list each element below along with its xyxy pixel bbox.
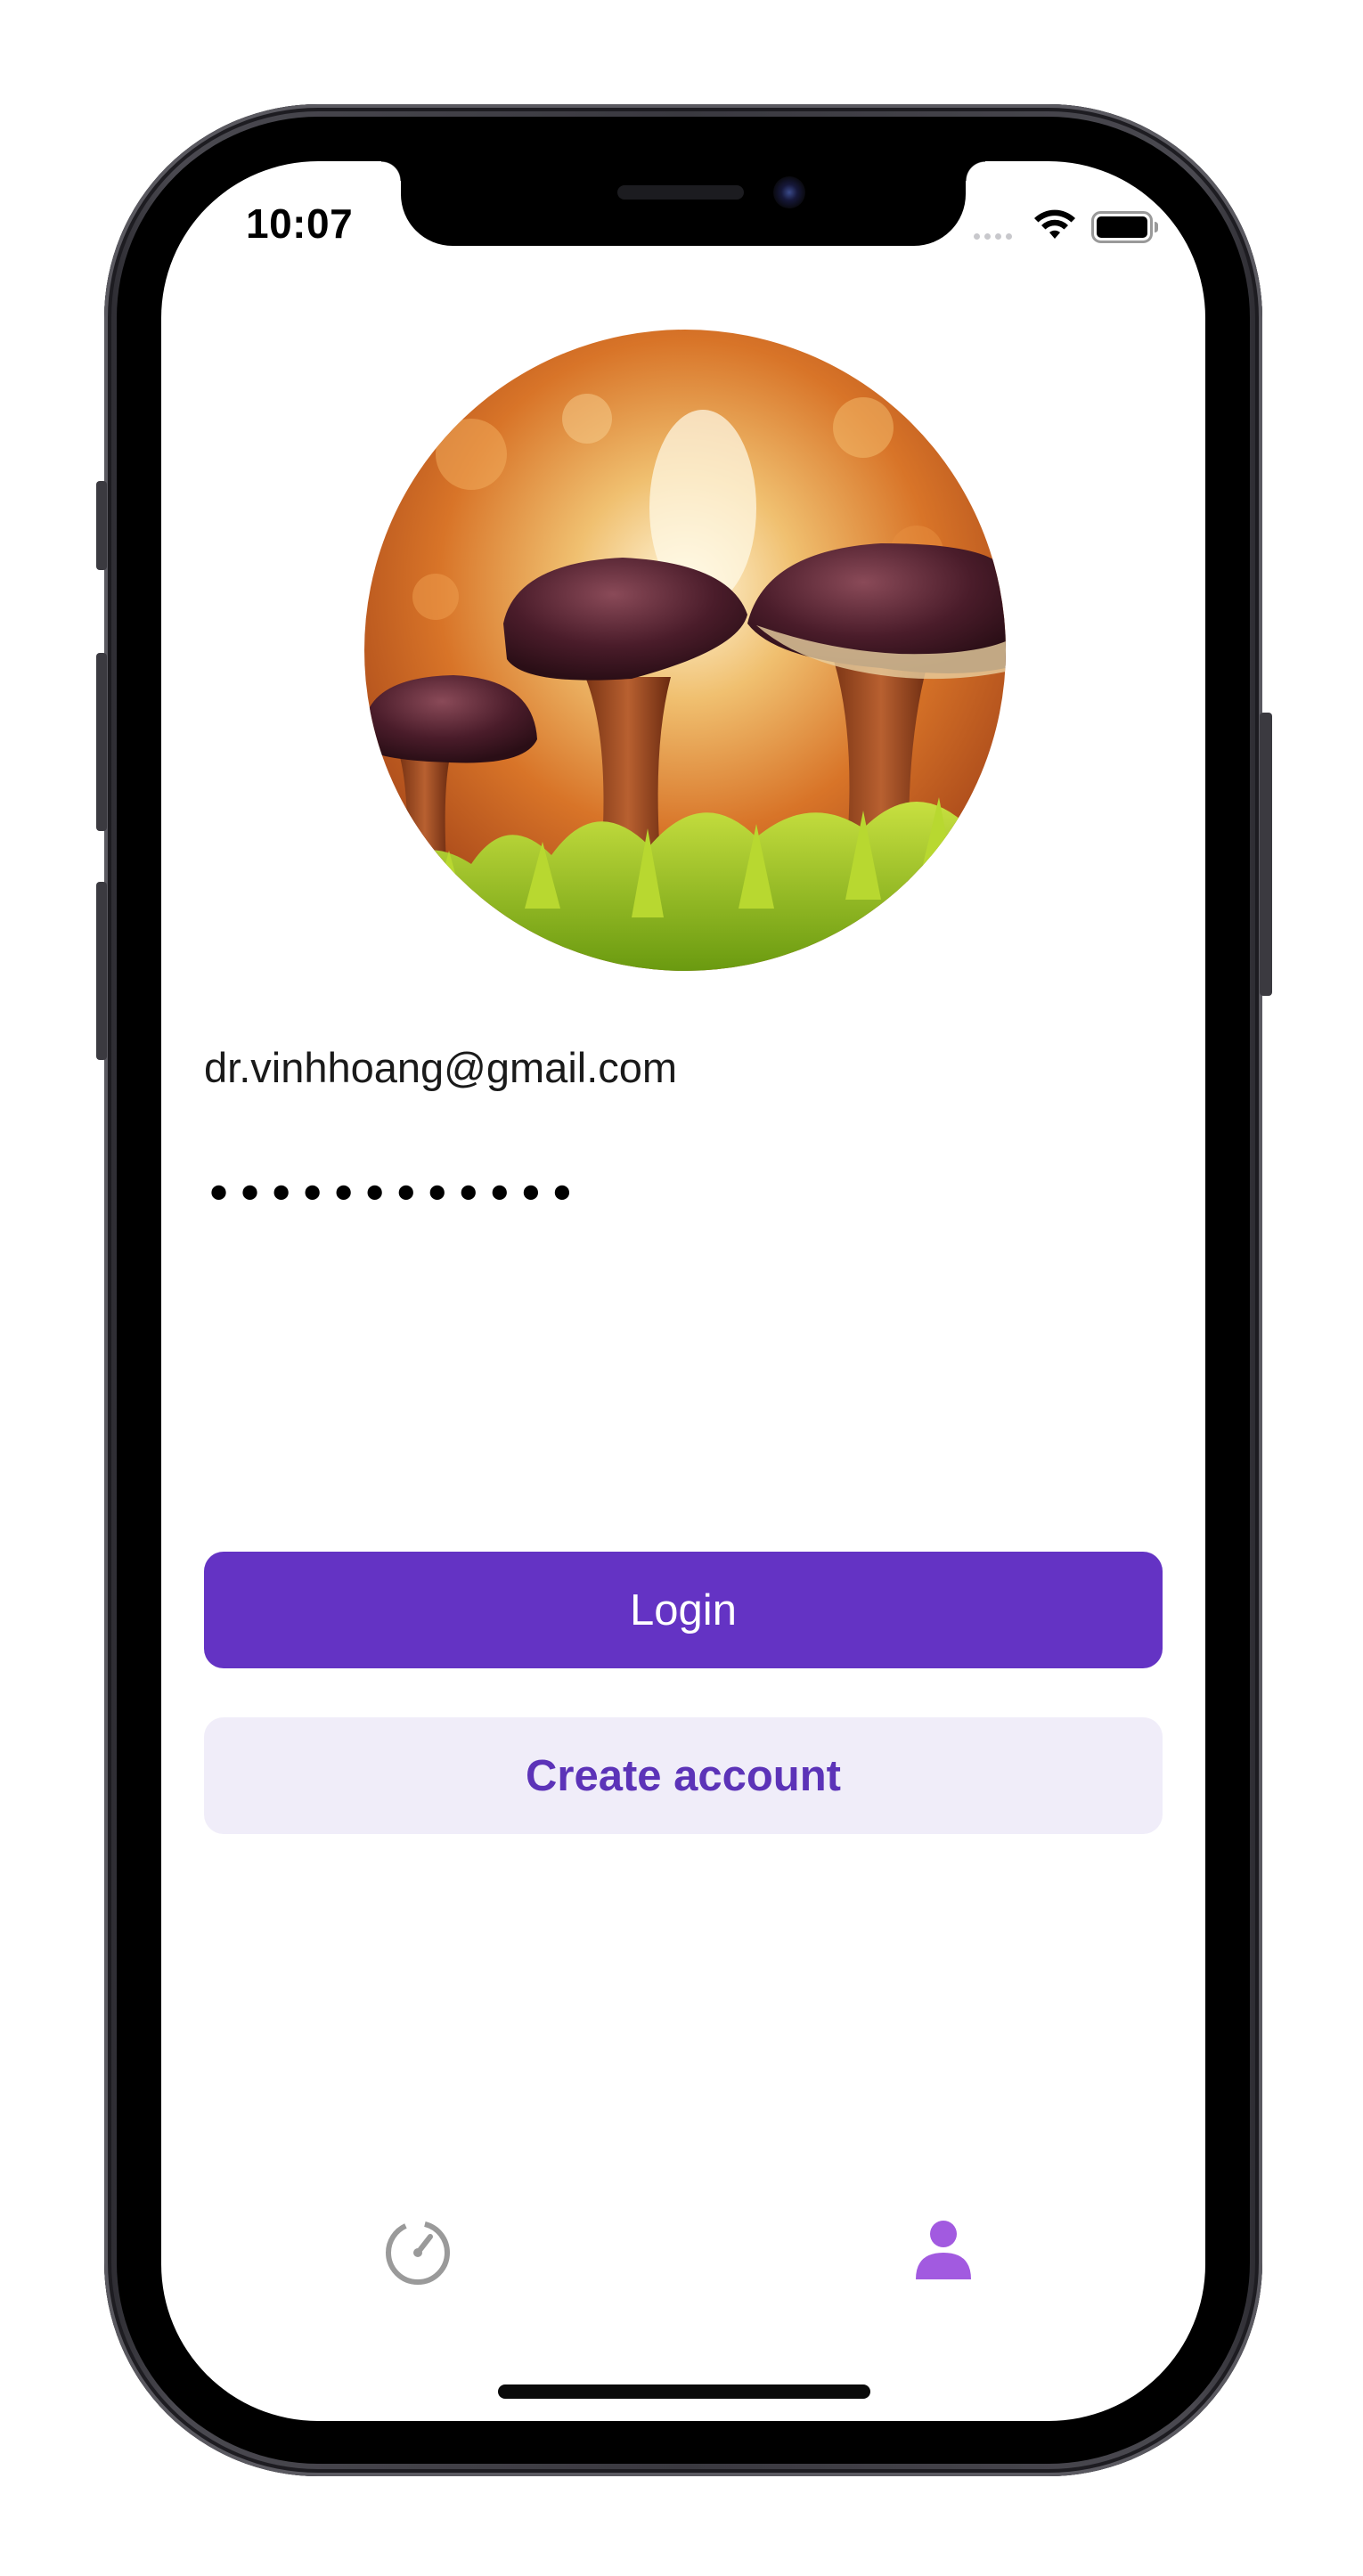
mushroom-photo	[364, 330, 1006, 971]
login-button[interactable]: Login	[204, 1552, 1163, 1668]
power-button	[1260, 713, 1272, 996]
cellular-dots-icon	[974, 233, 1012, 240]
battery-icon	[1091, 211, 1158, 243]
phone-screen: 10:07 dr.vinhhoang@gmail.com •••••••••••…	[161, 161, 1205, 2421]
home-indicator[interactable]	[498, 2384, 870, 2399]
email-field[interactable]	[204, 1043, 1163, 1092]
person-icon[interactable]	[914, 2219, 973, 2281]
status-time: 10:07	[246, 200, 354, 247]
volume-down-button	[96, 882, 107, 1060]
timer-icon[interactable]	[384, 2219, 452, 2287]
create-account-button[interactable]: Create account	[204, 1717, 1163, 1834]
silent-switch	[96, 481, 107, 570]
notch	[381, 161, 985, 246]
front-camera	[773, 176, 805, 208]
volume-up-button	[96, 653, 107, 831]
wifi-icon	[1034, 209, 1075, 239]
avatar[interactable]	[364, 330, 1006, 971]
password-field[interactable]: ••••••••••••	[204, 1166, 1163, 1224]
earpiece-speaker	[617, 185, 744, 200]
